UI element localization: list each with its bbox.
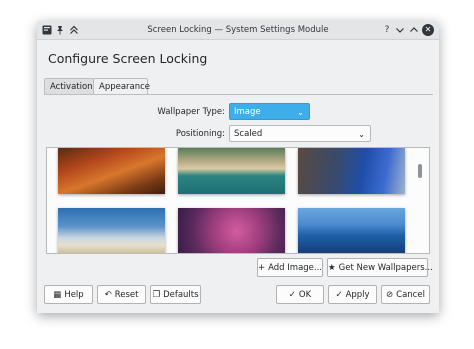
title-bar[interactable]: Screen Locking — System Settings Module … <box>37 21 439 40</box>
defaults-button[interactable]: ❐ Defaults <box>150 285 201 304</box>
reset-button[interactable]: ↶ Reset <box>97 285 146 304</box>
tab-appearance[interactable]: Appearance <box>93 78 150 95</box>
get-new-wallpapers-label: Get New Wallpapers... <box>338 263 433 273</box>
reset-label: Reset <box>114 290 139 300</box>
wallpaper-thumbnail[interactable] <box>58 148 165 194</box>
tab-activation[interactable]: Activation <box>44 78 94 95</box>
document-icon: ❐ <box>152 290 161 300</box>
help-button[interactable]: ▦ Help <box>44 285 93 304</box>
get-new-wallpapers-button[interactable]: ★ Get New Wallpapers... <box>327 258 433 277</box>
cancel-icon: ⊘ <box>386 290 394 300</box>
cancel-button[interactable]: ⊘ Cancel <box>381 285 430 304</box>
cancel-label: Cancel <box>396 290 425 300</box>
help-grid-icon: ▦ <box>53 290 62 300</box>
chevron-down-icon: ⌄ <box>297 108 304 117</box>
check-icon: ✓ <box>335 290 343 300</box>
tab-divider <box>44 94 433 95</box>
wallpaper-thumbnail[interactable] <box>298 148 405 194</box>
defaults-label: Defaults <box>163 290 199 300</box>
ok-label: OK <box>298 290 312 300</box>
wallpaper-gallery[interactable] <box>46 147 430 254</box>
wallpaper-type-select[interactable]: Image ⌄ <box>229 103 310 120</box>
add-image-label: Add Image... <box>268 263 323 273</box>
undo-icon: ↶ <box>104 290 112 300</box>
window-title: Screen Locking — System Settings Module <box>147 25 329 35</box>
positioning-value: Scaled <box>234 129 263 139</box>
wallpaper-thumbnail[interactable] <box>178 148 285 194</box>
check-icon: ✓ <box>288 290 296 300</box>
wallpaper-type-label: Wallpaper Type: <box>157 107 225 117</box>
minimize-icon[interactable] <box>394 24 406 36</box>
apply-label: Apply <box>345 290 370 300</box>
wallpaper-type-value: Image <box>234 107 261 117</box>
wallpaper-thumbnail[interactable] <box>298 208 405 253</box>
apply-button[interactable]: ✓ Apply <box>328 285 377 304</box>
plus-icon: + <box>258 263 266 273</box>
gallery-scrollbar[interactable] <box>418 164 422 178</box>
close-icon[interactable]: ✕ <box>422 24 434 36</box>
star-icon: ★ <box>328 263 336 273</box>
positioning-label: Positioning: <box>175 129 225 139</box>
help-label: Help <box>64 290 84 300</box>
chevron-down-icon: ⌄ <box>358 130 365 139</box>
add-image-button[interactable]: + Add Image... <box>257 258 323 277</box>
wallpaper-thumbnail[interactable] <box>58 208 165 253</box>
ok-button[interactable]: ✓ OK <box>276 285 324 304</box>
positioning-select[interactable]: Scaled ⌄ <box>229 125 371 142</box>
maximize-icon[interactable] <box>408 24 420 36</box>
help-icon[interactable]: ? <box>381 24 393 36</box>
settings-window: Screen Locking — System Settings Module … <box>37 21 439 313</box>
wallpaper-thumbnail[interactable] <box>178 208 285 253</box>
page-title: Configure Screen Locking <box>48 51 208 66</box>
